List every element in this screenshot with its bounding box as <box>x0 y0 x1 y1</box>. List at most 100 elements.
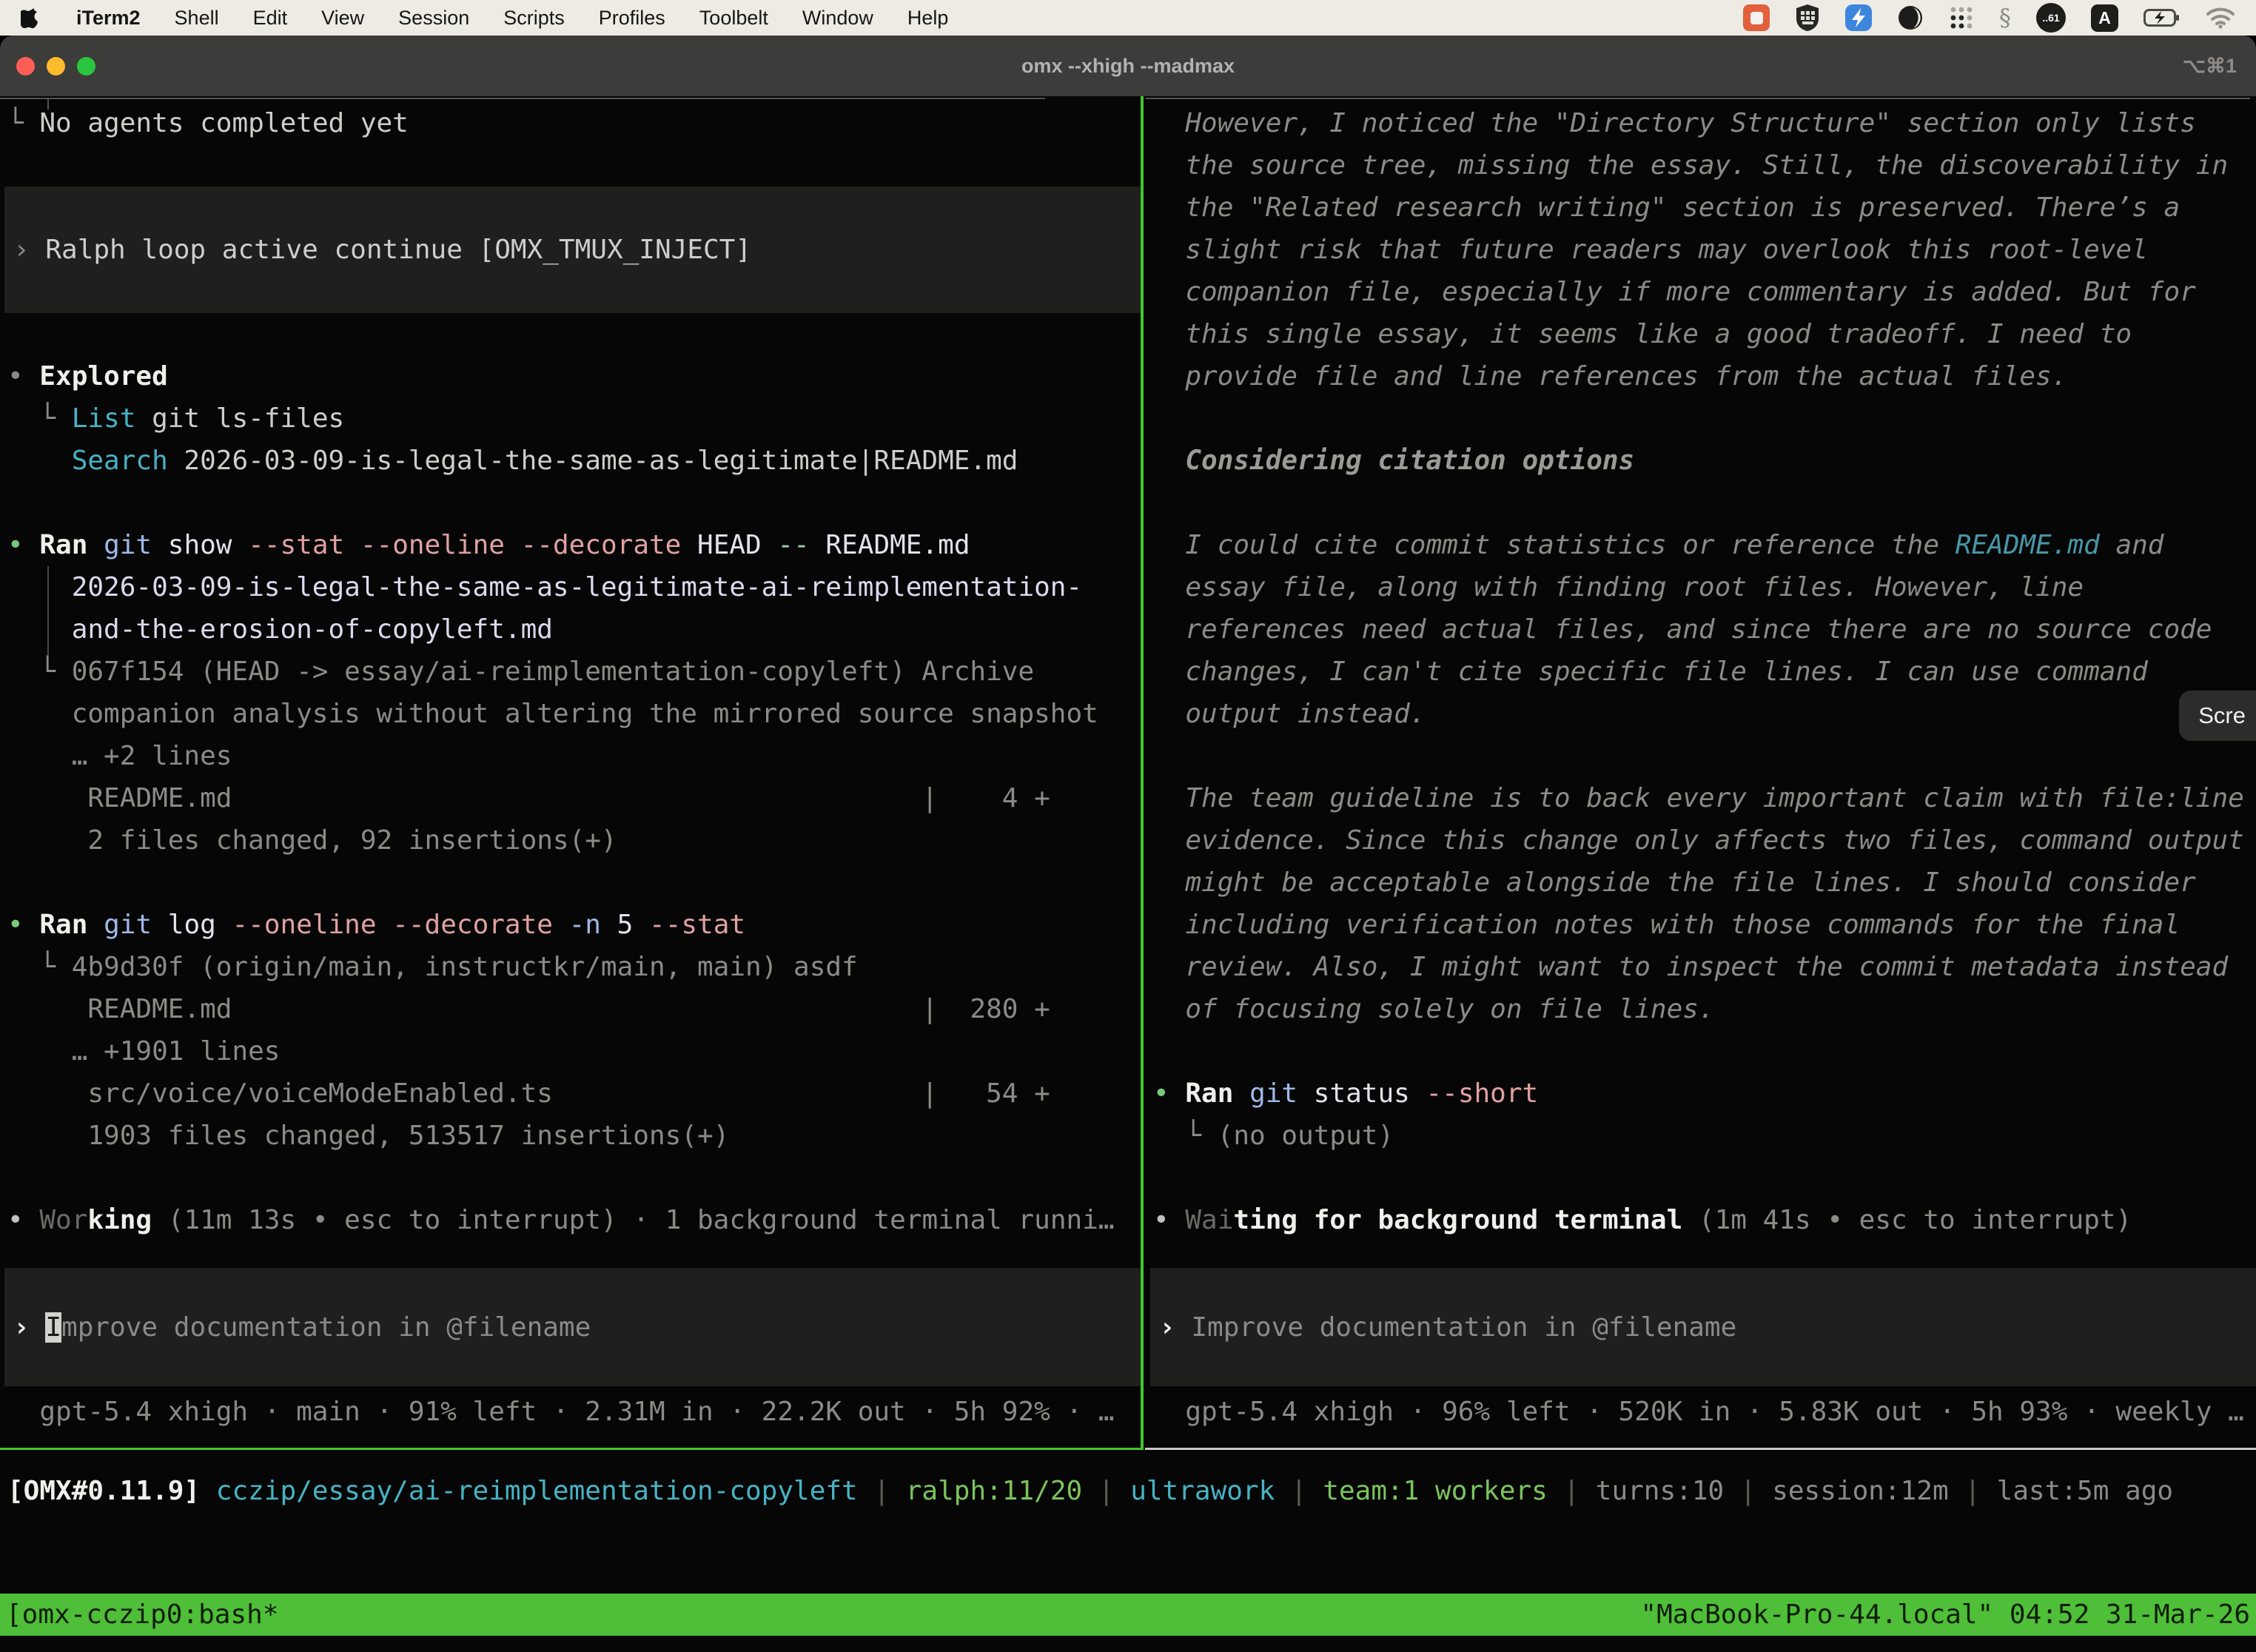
menu-item-shell[interactable]: Shell <box>158 7 236 30</box>
previous-box-corner <box>47 98 49 110</box>
terminal-line: might be acceptable alongside the file l… <box>1153 862 2256 904</box>
terminal-line: this single essay, it seems like a good … <box>1153 313 2256 355</box>
left-lines-main: • Explored └ List git ls-files Search 20… <box>7 313 1141 1241</box>
terminal-line: Search 2026-03-09-is-legal-the-same-as-l… <box>7 440 1141 482</box>
terminal-line: • Working (11m 13s • esc to interrupt) ·… <box>7 1199 1141 1241</box>
terminal-line: └ 067f154 (HEAD -> essay/ai-reimplementa… <box>7 651 1141 693</box>
terminal-line: 2026-03-09-is-legal-the-same-as-legitima… <box>7 566 1141 608</box>
terminal-line: review. Also, I might want to inspect th… <box>1153 946 2256 988</box>
terminal-line: • Ran git status --short <box>1153 1072 2256 1115</box>
terminal-line: … +1901 lines <box>7 1030 1141 1072</box>
dots-grid-icon[interactable] <box>1949 5 1974 30</box>
menu-bar: iTerm2 Shell Edit View Session Scripts P… <box>0 0 2256 36</box>
terminal-line: └ (no output) <box>1153 1115 2256 1157</box>
terminal-line: The team guideline is to back every impo… <box>1153 777 2256 819</box>
screen-overlay-button[interactable]: Scre <box>2179 691 2256 741</box>
left-pane-bottom-border <box>0 1448 1141 1450</box>
terminal-line: I could cite commit statistics or refere… <box>1153 524 2256 566</box>
prompt-input-left-text: › Improve documentation in @filename <box>13 1306 591 1349</box>
screen-share-icon[interactable] <box>1743 4 1770 31</box>
keyboard-shield-icon[interactable] <box>1795 4 1820 32</box>
terminal-line: and-the-erosion-of-copyleft.md <box>7 608 1141 651</box>
menu-item-iterm2[interactable]: iTerm2 <box>59 7 158 30</box>
terminal-line: … +2 lines <box>7 735 1141 777</box>
previous-box-border <box>0 98 1045 99</box>
terminal-line: the source tree, missing the essay. Stil… <box>1153 144 2256 187</box>
terminal-line: • Ran git log --oneline --decorate -n 5 … <box>7 904 1141 946</box>
model-status-left: gpt-5.4 xhigh · main · 91% left · 2.31M … <box>7 1391 1141 1433</box>
menu-item-help[interactable]: Help <box>890 7 966 30</box>
terminal-line: changes, I can't cite specific file line… <box>1153 651 2256 693</box>
terminal-line: slight risk that future readers may over… <box>1153 229 2256 271</box>
terminal-line: └ 4b9d30f (origin/main, instructkr/main,… <box>7 946 1141 988</box>
terminal-line: src/voice/voiceModeEnabled.ts | 54 + <box>7 1072 1141 1115</box>
terminal-line: However, I noticed the "Directory Struct… <box>1153 102 2256 144</box>
pane-divider[interactable] <box>1141 96 1144 1450</box>
terminal-line: of focusing solely on file lines. <box>1153 988 2256 1030</box>
terminal-line: └ List git ls-files <box>7 397 1141 440</box>
terminal-line: the "Related research writing" section i… <box>1153 187 2256 229</box>
terminal-line: evidence. Since this change only affects… <box>1153 819 2256 862</box>
menu-item-profiles[interactable]: Profiles <box>582 7 682 30</box>
snake-icon[interactable]: § <box>1999 4 2011 32</box>
terminal: └ No agents completed yet › Ralph loop a… <box>0 96 2256 1652</box>
contrast-moon-icon[interactable] <box>1897 4 1924 31</box>
window-shortcut: ⌥⌘1 <box>2183 55 2237 78</box>
terminal-line: • Waiting for background terminal (1m 41… <box>1153 1199 2256 1241</box>
tmux-session-label: [omx-cczip0:bash* <box>6 1599 278 1630</box>
terminal-line: including verification notes with those … <box>1153 904 2256 946</box>
terminal-line: README.md | 4 + <box>7 777 1141 819</box>
prompt-input-right[interactable]: › Improve documentation in @filename <box>1150 1268 2256 1386</box>
terminal-line: • Ran git show --stat --oneline --decora… <box>7 524 1141 566</box>
tmux-status-bar: [omx-cczip0:bash* "MacBook-Pro-44.local"… <box>0 1594 2256 1636</box>
right-agent-pane[interactable]: However, I noticed the "Directory Struct… <box>1146 96 2256 1448</box>
menu-item-window[interactable]: Window <box>785 7 890 30</box>
terminal-line: provide file and line references from th… <box>1153 355 2256 397</box>
menu-item-view[interactable]: View <box>304 7 381 30</box>
ralph-inject-line: › Ralph loop active continue [OMX_TMUX_I… <box>13 229 751 271</box>
bolt-shield-icon[interactable] <box>1845 4 1872 31</box>
window-titlebar[interactable]: omx --xhigh --madmax ⌥⌘1 <box>0 36 2256 96</box>
left-agent-pane[interactable]: └ No agents completed yet › Ralph loop a… <box>0 96 1141 1448</box>
right-pane-bottom-border <box>1145 1448 2256 1450</box>
ralph-inject-banner: › Ralph loop active continue [OMX_TMUX_I… <box>4 187 1141 313</box>
prompt-input-right-text: › Improve documentation in @filename <box>1159 1306 1736 1349</box>
terminal-line: references need actual files, and since … <box>1153 608 2256 651</box>
terminal-line: └ No agents completed yet <box>7 102 1141 144</box>
terminal-line <box>1153 482 2256 524</box>
tmux-host-clock: "MacBook-Pro-44.local" 04:52 31-Mar-26 <box>1640 1599 2250 1630</box>
tree-connector <box>47 566 49 657</box>
battery-icon[interactable] <box>2143 8 2181 27</box>
terminal-line: README.md | 280 + <box>7 988 1141 1030</box>
menu-item-toolbelt[interactable]: Toolbelt <box>682 7 785 30</box>
wifi-icon[interactable] <box>2206 7 2235 29</box>
terminal-line <box>7 862 1141 904</box>
previous-box-border-right <box>1146 98 2250 99</box>
a-app-icon[interactable]: A <box>2091 4 2118 32</box>
omx-status-bar: [OMX#0.11.9] cczip/essay/ai-reimplementa… <box>7 1470 2173 1512</box>
menu-item-scripts[interactable]: Scripts <box>486 7 582 30</box>
terminal-line <box>1153 397 2256 440</box>
screen: iTerm2 Shell Edit View Session Scripts P… <box>0 0 2256 1652</box>
right-lines: However, I noticed the "Directory Struct… <box>1153 102 2256 1241</box>
menu-item-edit[interactable]: Edit <box>236 7 305 30</box>
terminal-line <box>7 313 1141 355</box>
gauge-badge-icon[interactable]: ..61 <box>2036 3 2066 33</box>
window-title: omx --xhigh --madmax <box>0 55 2256 78</box>
terminal-line: companion file, especially if more comme… <box>1153 271 2256 313</box>
apple-menu-icon[interactable] <box>21 7 40 29</box>
terminal-line <box>7 144 1141 187</box>
terminal-line: essay file, along with finding root file… <box>1153 566 2256 608</box>
terminal-line <box>1153 735 2256 777</box>
terminal-line: Considering citation options <box>1153 440 2256 482</box>
terminal-line: companion analysis without altering the … <box>7 693 1141 735</box>
terminal-line <box>1153 1030 2256 1072</box>
terminal-line: output instead. <box>1153 693 2256 735</box>
model-status-right: gpt-5.4 xhigh · 96% left · 520K in · 5.8… <box>1153 1391 2256 1433</box>
menu-item-session[interactable]: Session <box>381 7 486 30</box>
terminal-line <box>7 482 1141 524</box>
terminal-line <box>1153 1157 2256 1199</box>
terminal-line: 2 files changed, 92 insertions(+) <box>7 819 1141 862</box>
terminal-line: 1903 files changed, 513517 insertions(+) <box>7 1115 1141 1157</box>
prompt-input-left[interactable]: › Improve documentation in @filename <box>4 1268 1141 1386</box>
